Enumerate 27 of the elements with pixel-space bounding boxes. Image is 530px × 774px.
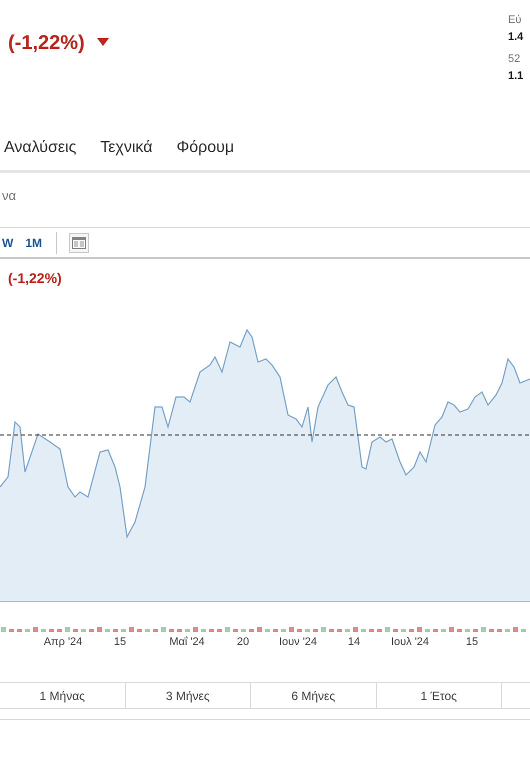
down-triangle-icon [96, 38, 109, 46]
stat-value: 1.1 [508, 68, 524, 84]
chart-change: (-1,22%) [8, 268, 62, 288]
nav-tab[interactable]: Αναλύσεις [4, 136, 76, 160]
axis-label: 20 [236, 635, 250, 650]
table-view-button[interactable] [69, 232, 89, 252]
subheading: να [2, 187, 16, 205]
table-icon [72, 236, 86, 248]
stat-label: 52 [508, 52, 522, 67]
axis-label: 15 [466, 635, 478, 650]
axis-label: 14 [348, 635, 360, 650]
axis-label: 15 [114, 635, 126, 650]
period-button[interactable]: 1 Έτος [376, 683, 502, 708]
stat-value: 1.4 [508, 30, 524, 44]
axis-label: Ιουλ '24 [390, 635, 430, 650]
stat-label: Εύ [508, 13, 522, 28]
axis-label: Μαΐ '24 [169, 635, 205, 650]
axis-label: Απρ '24 [44, 635, 82, 650]
nav-tab[interactable]: Τεχνικά [100, 136, 152, 160]
period-button[interactable]: 6 Μήνες [251, 683, 376, 708]
nav-tab[interactable]: Φόρουμ [176, 136, 234, 160]
period-button[interactable]: 3 Μήνες [126, 683, 251, 708]
interval-button[interactable]: W [0, 234, 20, 252]
price-change: (-1,22%) [8, 31, 85, 56]
axis-label: Ιουν '24 [278, 635, 318, 650]
period-button[interactable]: 1 Μήνας [0, 683, 126, 708]
interval-button[interactable]: 1M [19, 234, 48, 252]
